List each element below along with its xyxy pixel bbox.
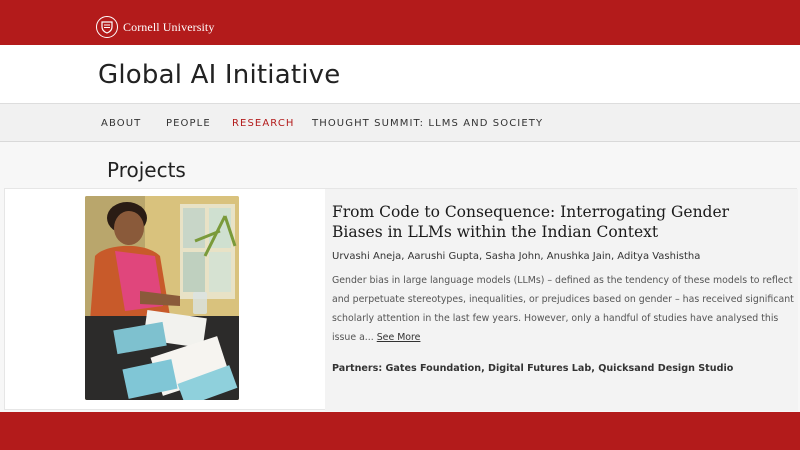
cornell-seal-icon <box>96 16 118 38</box>
nav-item-about[interactable]: ABOUT <box>101 118 141 129</box>
project-abstract: Gender bias in large language models (LL… <box>332 271 795 347</box>
project-photo[interactable] <box>85 196 239 400</box>
main-nav: ABOUT PEOPLE RESEARCH THOUGHT SUMMIT: LL… <box>0 104 800 142</box>
site-title[interactable]: Global AI Initiative <box>98 60 340 90</box>
nav-item-research[interactable]: RESEARCH <box>232 118 295 129</box>
cornell-logo[interactable]: Cornell University <box>96 16 214 38</box>
nav-item-thought-summit[interactable]: THOUGHT SUMMIT: LLMS AND SOCIETY <box>312 118 543 129</box>
page-heading: Projects <box>107 158 186 182</box>
see-more-link[interactable]: See More <box>377 332 421 343</box>
brand-name: Cornell University <box>123 19 215 34</box>
footer-bar <box>0 412 800 450</box>
top-brand-bar: Cornell University <box>0 0 800 45</box>
project-authors: Urvashi Aneja, Aarushi Gupta, Sasha John… <box>332 251 701 262</box>
site-header: Global AI Initiative <box>0 45 800 104</box>
project-partners: Partners: Gates Foundation, Digital Futu… <box>332 363 734 374</box>
nav-item-people[interactable]: PEOPLE <box>166 118 211 129</box>
project-title[interactable]: From Code to Consequence: Interrogating … <box>332 202 782 242</box>
